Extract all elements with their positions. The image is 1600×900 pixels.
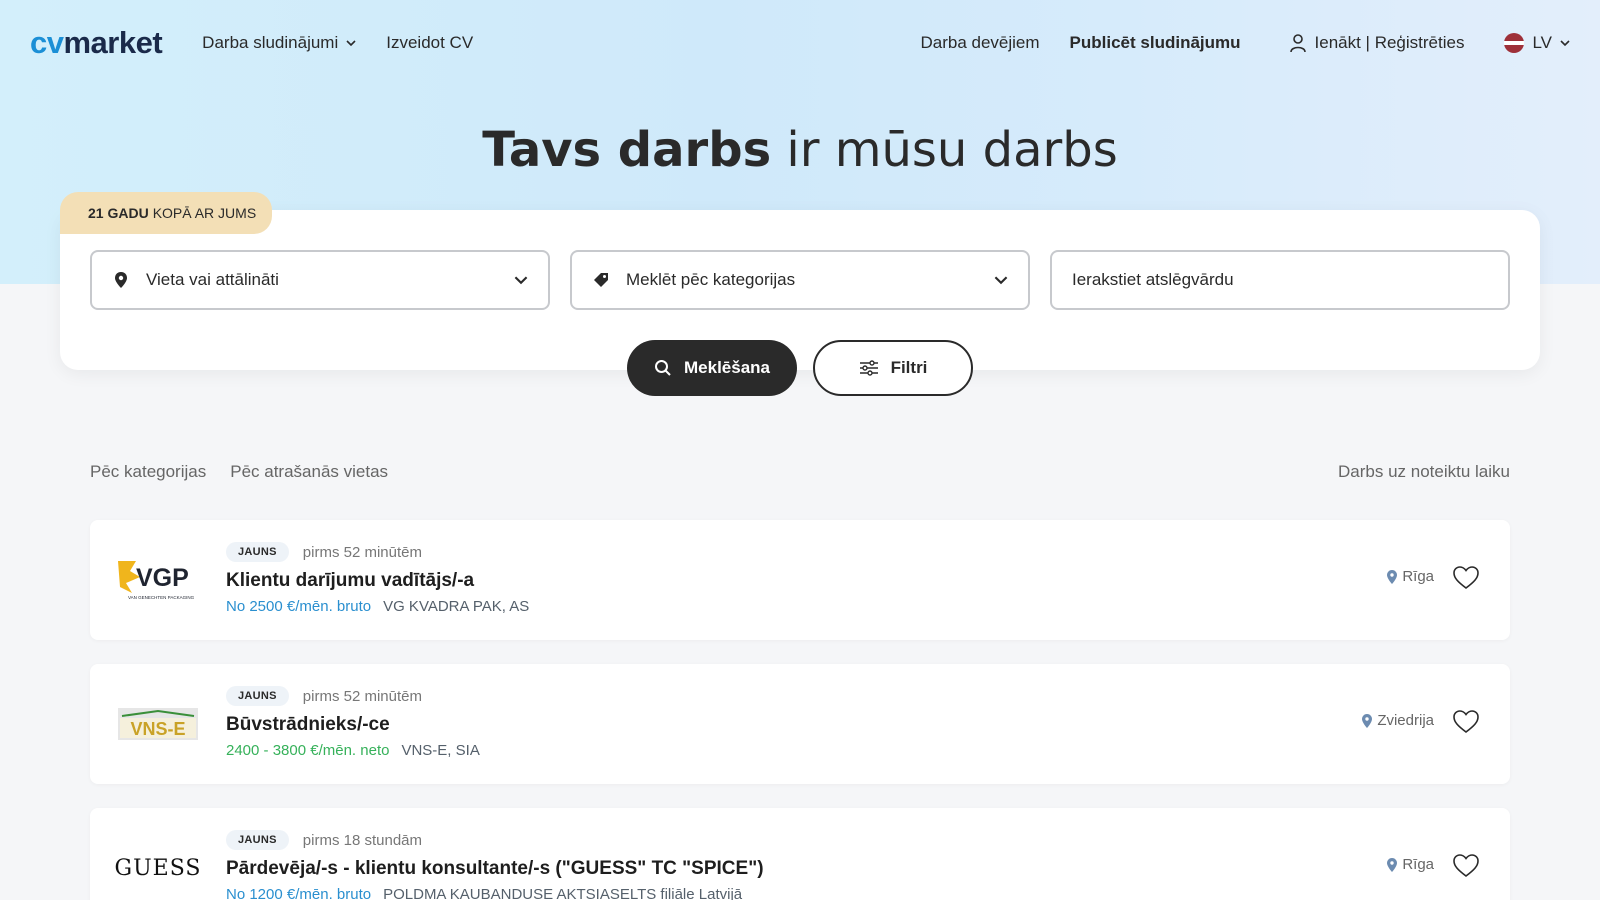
- browse-by-location-link[interactable]: Pēc atrašanās vietas: [230, 462, 388, 482]
- job-card[interactable]: VNS-E JAUNS pirms 52 minūtēm Būvstrādnie…: [90, 664, 1510, 784]
- job-card[interactable]: VGP VAN GENECHTEN PACKAGING JAUNS pirms …: [90, 520, 1510, 640]
- search-button[interactable]: Meklēšana: [627, 340, 797, 396]
- job-title[interactable]: Klientu darījumu vadītājs/-a: [226, 570, 529, 592]
- new-badge: JAUNS: [226, 542, 289, 562]
- filter-button-label: Filtri: [890, 358, 928, 377]
- search-button-label: Meklēšana: [684, 358, 770, 377]
- chevron-down-icon: [346, 40, 356, 47]
- company-logo: GUESS: [114, 855, 202, 881]
- chevron-down-icon: [514, 276, 528, 285]
- user-icon: [1289, 34, 1306, 53]
- browse-by-category-link[interactable]: Pēc kategorijas: [90, 462, 206, 482]
- job-location: Rīga: [1386, 568, 1434, 585]
- svg-text:VNS-E: VNS-E: [130, 719, 185, 739]
- location-pin-icon: [1362, 713, 1373, 728]
- company-logo: VNS-E: [116, 694, 200, 754]
- nav-jobs-label: Darba sludinājumi: [202, 33, 339, 52]
- posted-time: pirms 52 minūtēm: [302, 543, 422, 561]
- job-card[interactable]: GUESS JAUNS pirms 18 stundām Pārdevēja/-…: [90, 808, 1510, 900]
- heart-icon[interactable]: [1452, 564, 1480, 592]
- years-badge: 21 GADU KOPĀ AR JUMS: [60, 192, 273, 234]
- company-logo: VGP VAN GENECHTEN PACKAGING: [116, 550, 200, 610]
- language-label: LV: [1532, 33, 1552, 52]
- browse-subnav: Pēc kategorijas Pēc atrašanās vietas Dar…: [90, 462, 1510, 482]
- company-name[interactable]: POLDMA KAUBANDUSE AKTSIASELTS filiāle La…: [383, 886, 742, 900]
- hero-title: Tavs darbs ir mūsu darbs: [482, 122, 1118, 178]
- job-salary: No 2500 €/mēn. bruto: [226, 598, 372, 615]
- location-select-label: Vieta vai attālināti: [146, 270, 279, 289]
- job-title[interactable]: Būvstrādnieks/-ce: [226, 714, 480, 736]
- tag-icon: [592, 271, 610, 289]
- new-badge: JAUNS: [226, 686, 289, 706]
- location-pin-icon: [1387, 857, 1398, 872]
- category-select-label: Meklēt pēc kategorijas: [626, 270, 796, 289]
- location-select[interactable]: Vieta vai attālināti: [90, 250, 550, 310]
- location-pin-icon: [112, 271, 130, 289]
- new-badge: JAUNS: [226, 830, 289, 850]
- svg-text:VAN GENECHTEN PACKAGING: VAN GENECHTEN PACKAGING: [128, 595, 195, 600]
- posted-time: pirms 52 minūtēm: [302, 687, 422, 705]
- sliders-icon: [859, 360, 878, 376]
- keyword-input[interactable]: Ierakstiet atslēgvārdu: [1050, 250, 1510, 310]
- latvia-flag-icon: [1504, 33, 1525, 53]
- login-label: Ienākt | Reģistrēties: [1314, 33, 1465, 52]
- nav-login[interactable]: Ienākt | Reģistrēties: [1289, 33, 1465, 53]
- location-pin-icon: [1387, 569, 1398, 584]
- posted-time: pirms 18 stundām: [302, 831, 423, 849]
- job-salary: 2400 - 3800 €/mēn. neto: [226, 742, 390, 759]
- svg-text:VGP: VGP: [136, 564, 189, 592]
- nav-create-cv[interactable]: Izveidot CV: [386, 33, 473, 53]
- company-name[interactable]: VG KVADRA PAK, AS: [383, 598, 529, 615]
- chevron-down-icon: [1560, 40, 1570, 47]
- job-salary: No 1200 €/mēn. bruto: [226, 886, 372, 900]
- cvmarket-logo[interactable]: cvmarket: [30, 23, 163, 63]
- company-name[interactable]: VNS-E, SIA: [401, 742, 479, 759]
- language-selector[interactable]: LV: [1504, 33, 1570, 53]
- nav-employers[interactable]: Darba devējiem: [920, 33, 1039, 53]
- chevron-down-icon: [994, 276, 1008, 285]
- nav-jobs-dropdown[interactable]: Darba sludinājumi: [202, 33, 356, 53]
- keyword-placeholder: Ierakstiet atslēgvārdu: [1072, 270, 1234, 289]
- job-location: Zviedrija: [1361, 712, 1434, 729]
- search-icon: [655, 360, 671, 376]
- heart-icon[interactable]: [1452, 852, 1480, 880]
- heart-icon[interactable]: [1452, 708, 1480, 736]
- job-title[interactable]: Pārdevēja/-s - klientu konsultante/-s ("…: [226, 858, 764, 880]
- job-location: Rīga: [1386, 856, 1434, 873]
- site-header: cvmarket Darba sludinājumi Izveidot CV D…: [0, 0, 1600, 86]
- temporary-jobs-link[interactable]: Darbs uz noteiktu laiku: [1338, 462, 1510, 482]
- category-select[interactable]: Meklēt pēc kategorijas: [570, 250, 1030, 310]
- filter-button[interactable]: Filtri: [813, 340, 973, 396]
- nav-publish-ad[interactable]: Publicēt sludinājumu: [1070, 33, 1241, 53]
